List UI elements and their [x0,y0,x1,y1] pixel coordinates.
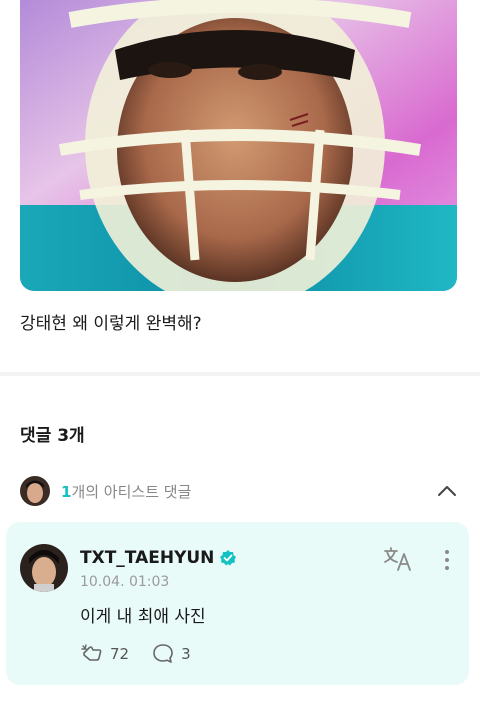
post-photo[interactable] [20,0,457,291]
artist-comments-label: 1개의 아티스트 댓글 [61,481,191,502]
artist-comment-card: TXT_TAEHYUN 10.04. 01:03 이게 내 최애 사진 72 3 [6,522,469,685]
author-line: TXT_TAEHYUN [80,547,237,569]
artist-comments-toggle[interactable]: 1개의 아티스트 댓글 [20,476,460,506]
artist-comment-count: 1 [61,483,72,501]
like-button[interactable]: 72 [80,642,129,666]
like-icon [81,644,102,661]
post-text: 강태현 왜 이렇게 완벽해? [20,314,202,334]
artist-avatar [20,476,50,506]
comment-actions: 72 3 [80,642,213,666]
helmet-portrait-image [20,0,457,291]
comment-text: 이게 내 최애 사진 [80,607,206,627]
reply-bubble-icon [153,644,173,663]
section-divider [0,372,480,376]
author-avatar[interactable] [20,544,68,592]
reply-count: 3 [181,645,191,663]
comment-timestamp: 10.04. 01:03 [80,574,170,590]
chevron-up-icon[interactable] [434,478,460,504]
like-count: 72 [110,645,130,663]
verified-badge-icon [219,549,237,567]
more-options-icon[interactable] [439,548,455,572]
reply-button[interactable]: 3 [151,642,191,666]
artist-comment-label-text: 개의 아티스트 댓글 [71,483,192,501]
author-name[interactable]: TXT_TAEHYUN [80,548,214,568]
comments-count-title: 댓글 3개 [20,426,85,446]
translate-icon[interactable] [383,546,413,572]
